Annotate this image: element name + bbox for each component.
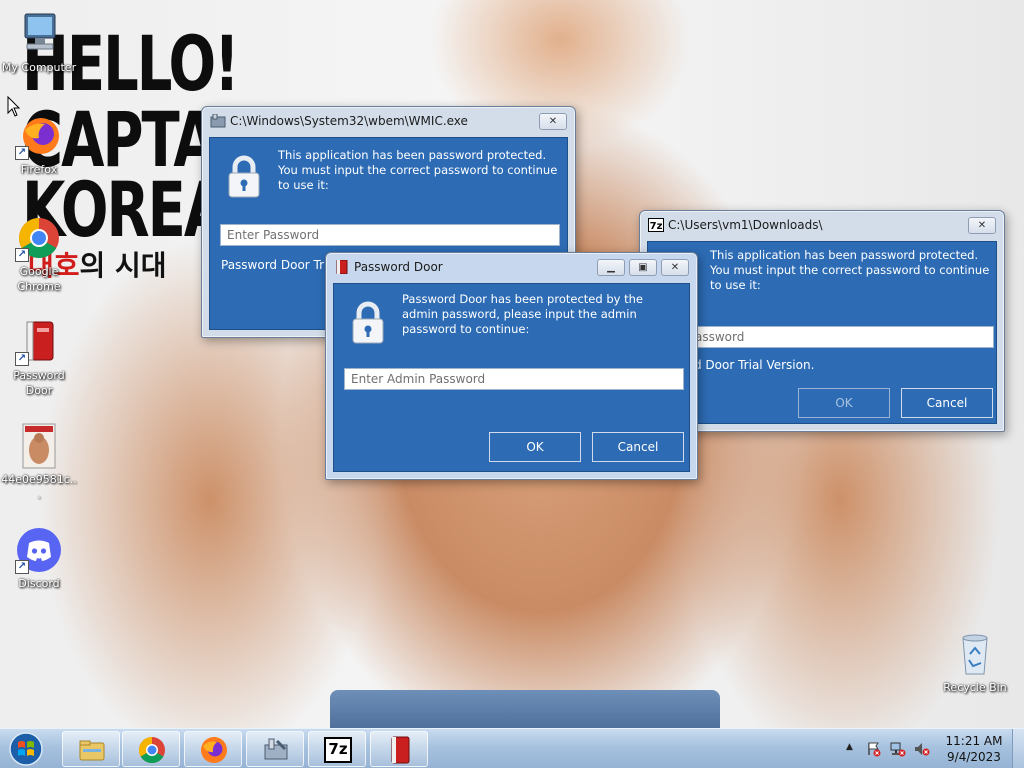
desktop-icon-discord[interactable]: ↗ Discord: [0, 526, 78, 591]
password-input[interactable]: Enter Password: [220, 224, 560, 246]
network-icon[interactable]: [890, 741, 906, 757]
desktop-icon-label: Firefox: [20, 163, 58, 176]
lock-icon: [228, 155, 260, 198]
taskbar-7zip-button[interactable]: 7z: [308, 731, 366, 767]
trial-version-text: d Door Trial Version.: [694, 358, 815, 372]
desktop-icon-label: Discord: [18, 577, 60, 590]
close-button[interactable]: ✕: [661, 259, 689, 276]
password-door-icon: [336, 260, 348, 274]
show-hidden-icons-icon[interactable]: ▲: [846, 742, 853, 752]
taskbar-chrome-button[interactable]: [122, 731, 180, 767]
taskbar: 7z ▲ 11:21 AM 9/4/2023: [0, 728, 1024, 768]
ok-button[interactable]: OK: [798, 388, 890, 418]
svg-text:7z: 7z: [650, 221, 663, 232]
discord-icon: ↗: [15, 526, 63, 574]
admin-password-input[interactable]: Enter Admin Password: [344, 368, 684, 390]
windows-logo-icon: [9, 732, 43, 766]
windows-explorer-icon: [79, 740, 105, 761]
close-icon: ✕: [548, 116, 558, 127]
desktop-icon-recycle-bin[interactable]: Recycle Bin: [936, 630, 1014, 695]
titlebar[interactable]: Password Door ▁ ▣ ✕: [326, 253, 697, 281]
clock-date: 9/4/2023: [947, 750, 1001, 764]
wmic-tool-icon: [210, 114, 226, 128]
window-title: C:\Users\vm1\Downloads\: [668, 218, 823, 232]
minimize-icon: ▁: [607, 262, 615, 273]
chrome-icon: [138, 736, 165, 764]
window-client: Password Door has been protected by the …: [333, 283, 690, 472]
desktop-icon-my-computer[interactable]: My Computer: [0, 10, 78, 75]
desktop-icon-label: Password Door: [13, 369, 65, 397]
close-button[interactable]: ✕: [539, 113, 567, 130]
cancel-button[interactable]: Cancel: [901, 388, 993, 418]
close-icon: ✕: [977, 220, 987, 231]
chrome-icon: ↗: [15, 214, 63, 262]
firefox-icon: ↗: [15, 112, 63, 160]
trial-version-text: Password Door Trial: [221, 258, 339, 272]
desktop-icon-google-chrome[interactable]: ↗ Google Chrome: [0, 214, 78, 294]
poster-korean-rest: 의 시대: [79, 249, 167, 282]
7zip-label: 7z: [328, 740, 348, 758]
close-icon: ✕: [670, 262, 680, 273]
mouse-cursor-icon: [7, 96, 21, 117]
desktop-icon-password-door[interactable]: ↗ Password Door: [0, 318, 78, 398]
window-title: Password Door: [354, 260, 443, 274]
desktop-icon-label: Google Chrome: [17, 265, 61, 293]
protection-message: This application has been password prote…: [278, 148, 558, 192]
wallpaper-jeans: [330, 690, 720, 728]
maximize-button[interactable]: ▣: [629, 259, 657, 276]
titlebar[interactable]: C:\Windows\System32\wbem\WMIC.exe ✕: [202, 107, 575, 135]
window-title: C:\Windows\System32\wbem\WMIC.exe: [230, 114, 468, 128]
taskbar-password-door-button[interactable]: [370, 731, 428, 767]
desktop-icon-label: Recycle Bin: [943, 681, 1007, 694]
password-input[interactable]: assword: [688, 326, 994, 348]
volume-muted-icon[interactable]: [914, 741, 930, 757]
shortcut-arrow-icon: ↗: [15, 146, 29, 160]
show-desktop-button[interactable]: [1012, 729, 1024, 768]
lock-icon: [352, 301, 384, 344]
recycle-bin-icon: [951, 630, 999, 678]
7zip-icon: 7z: [648, 218, 664, 232]
firefox-icon: [201, 737, 227, 763]
ok-button[interactable]: OK: [489, 432, 581, 462]
protection-message: Password Door has been protected by the …: [402, 292, 643, 336]
titlebar[interactable]: 7z C:\Users\vm1\Downloads\ ✕: [640, 211, 1004, 239]
window-client: This application has been password prote…: [647, 241, 997, 424]
close-button[interactable]: ✕: [968, 217, 996, 234]
desktop-icon-label: My Computer: [1, 61, 77, 74]
maximize-icon: ▣: [638, 262, 648, 273]
image-thumbnail-icon: [15, 422, 63, 470]
shortcut-arrow-icon: ↗: [15, 352, 29, 366]
computer-icon: [15, 10, 63, 58]
protection-message: This application has been password prote…: [710, 248, 990, 292]
taskbar-firefox-button[interactable]: [184, 731, 242, 767]
taskbar-explorer-button[interactable]: [62, 731, 120, 767]
system-clock[interactable]: 11:21 AM 9/4/2023: [944, 733, 1004, 765]
wmic-tool-icon: [264, 738, 288, 760]
minimize-button[interactable]: ▁: [597, 259, 625, 276]
cancel-button[interactable]: Cancel: [592, 432, 684, 462]
desktop-icon-label: 44e0e9581c...: [1, 473, 77, 501]
action-center-icon[interactable]: [866, 741, 882, 757]
window-password-door[interactable]: Password Door ▁ ▣ ✕ Password Door has be…: [325, 252, 698, 480]
taskbar-wmic-button[interactable]: [246, 731, 304, 767]
password-door-icon: ↗: [15, 318, 63, 366]
shortcut-arrow-icon: ↗: [15, 560, 29, 574]
start-button[interactable]: [4, 730, 48, 768]
desktop-icon-image-file[interactable]: 44e0e9581c...: [0, 422, 78, 502]
password-door-icon: [391, 736, 410, 764]
shortcut-arrow-icon: ↗: [15, 248, 29, 262]
clock-time: 11:21 AM: [945, 734, 1003, 748]
system-tray: ▲: [842, 729, 942, 768]
desktop-icon-firefox[interactable]: ↗ Firefox: [0, 112, 78, 177]
